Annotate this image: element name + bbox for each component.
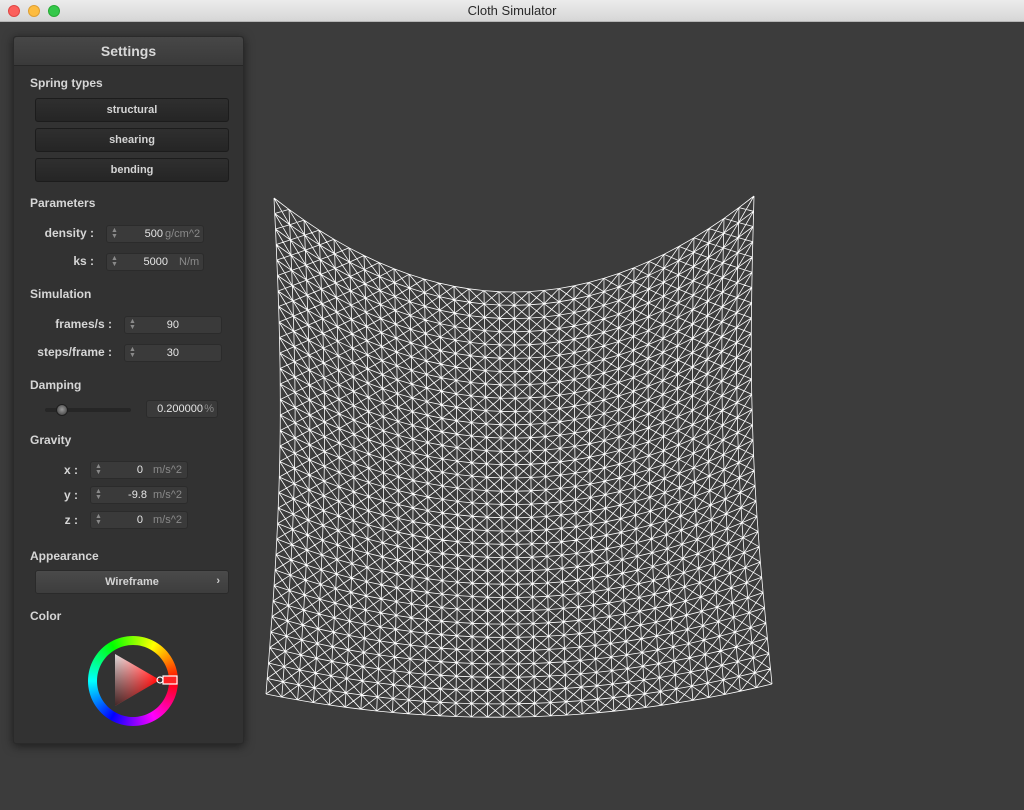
ks-unit: N/m: [179, 256, 200, 268]
color-wheel-icon[interactable]: [85, 634, 181, 728]
ks-field[interactable]: ▲ ▼ 5000 N/m: [106, 253, 204, 271]
gravity-z-label: z :: [64, 513, 78, 527]
gravity-z-field[interactable]: ▲ ▼ 0 m/s^2: [90, 511, 188, 529]
steps-field[interactable]: ▲ ▼ 30: [124, 344, 222, 362]
appearance-dropdown[interactable]: Wireframe ›: [35, 570, 229, 594]
gravity-x-field[interactable]: ▲ ▼ 0 m/s^2: [90, 461, 188, 479]
damping-heading: Damping: [30, 378, 82, 392]
color-heading: Color: [30, 609, 62, 623]
gravity-z-value: 0: [136, 514, 143, 526]
spinner-icon[interactable]: ▲ ▼: [129, 318, 136, 331]
spring-types-heading: Spring types: [30, 76, 103, 90]
chevron-right-icon: ›: [216, 575, 220, 587]
damping-unit: %: [204, 403, 214, 415]
gravity-x-label: x :: [63, 463, 78, 477]
fps-label: frames/s :: [55, 317, 112, 331]
damping-field[interactable]: 0.200000 %: [146, 400, 218, 418]
steps-label: steps/frame :: [37, 345, 112, 359]
settings-panel-header[interactable]: Settings: [14, 37, 243, 66]
density-field[interactable]: ▲ ▼ 500 g/cm^2: [106, 225, 204, 243]
settings-panel: Settings Spring types structural shearin…: [13, 36, 244, 744]
fps-field[interactable]: ▲ ▼ 90: [124, 316, 222, 334]
gravity-y-label: y :: [63, 488, 78, 502]
cloth-wireframe: [265, 195, 773, 718]
spinner-icon[interactable]: ▲ ▼: [95, 488, 102, 501]
cloth-mesh-lines: [265, 195, 773, 718]
gravity-y-field[interactable]: ▲ ▼ -9.8 m/s^2: [90, 486, 188, 504]
fps-value: 90: [166, 319, 179, 331]
spinner-icon[interactable]: ▲ ▼: [95, 513, 102, 526]
appearance-heading: Appearance: [30, 549, 99, 563]
gravity-heading: Gravity: [30, 433, 72, 447]
gravity-x-unit: m/s^2: [153, 464, 182, 476]
steps-value: 30: [166, 347, 179, 359]
gravity-z-unit: m/s^2: [153, 514, 182, 526]
damping-value: 0.200000: [157, 403, 203, 415]
appearance-mode-label: Wireframe: [105, 576, 159, 588]
gravity-y-unit: m/s^2: [153, 489, 182, 501]
title-bar: Cloth Simulator: [0, 0, 1024, 22]
spinner-icon[interactable]: ▲ ▼: [129, 346, 136, 359]
window-title: Cloth Simulator: [467, 3, 557, 18]
gravity-y-value: -9.8: [128, 489, 147, 501]
spinner-icon[interactable]: ▲ ▼: [95, 463, 102, 476]
structural-button[interactable]: structural: [35, 98, 229, 122]
spinner-icon[interactable]: ▲ ▼: [111, 227, 118, 240]
simulation-heading: Simulation: [30, 287, 92, 301]
damping-slider-handle[interactable]: [56, 404, 69, 416]
spinner-icon[interactable]: ▲ ▼: [111, 255, 118, 268]
density-value: 500: [144, 228, 163, 240]
density-label: density :: [44, 226, 94, 240]
shearing-button[interactable]: shearing: [35, 128, 229, 152]
density-unit: g/cm^2: [165, 228, 201, 240]
bending-button[interactable]: bending: [35, 158, 229, 182]
ks-value: 5000: [143, 256, 168, 268]
gravity-x-value: 0: [136, 464, 143, 476]
parameters-heading: Parameters: [30, 196, 96, 210]
ks-label: ks :: [73, 254, 94, 268]
